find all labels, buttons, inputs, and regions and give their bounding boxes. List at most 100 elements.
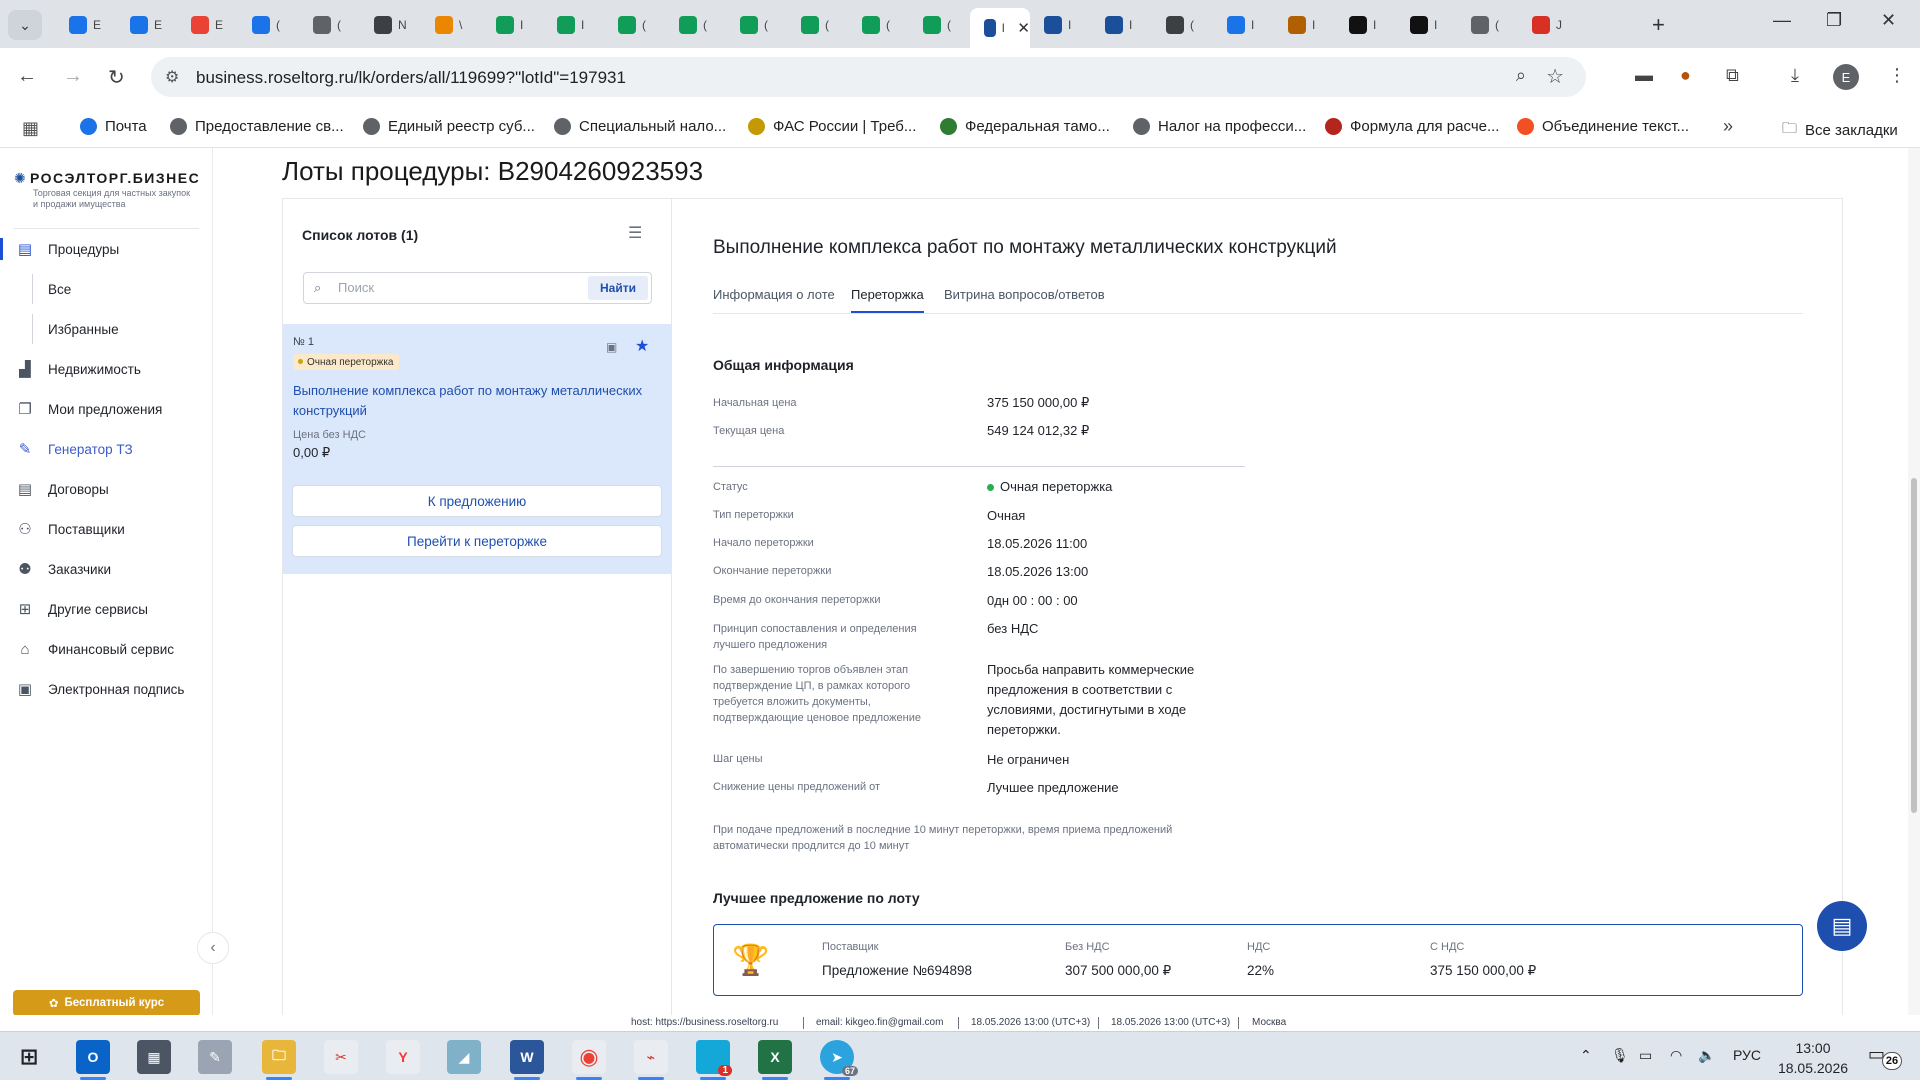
browser-tab[interactable]: ( xyxy=(909,8,970,42)
chrome-icon[interactable]: ◉ xyxy=(572,1040,606,1080)
paint-icon[interactable]: ✎ xyxy=(198,1040,232,1074)
sidebar-item-other-services[interactable]: ⊞ Другие сервисы xyxy=(0,594,212,624)
browser-tab[interactable]: N xyxy=(360,8,421,42)
sidebar-item-my-offers[interactable]: ❐ Мои предложения xyxy=(0,394,212,424)
tab-search-dropdown[interactable]: ⌄ xyxy=(8,10,42,40)
sidebar-item-suppliers[interactable]: ⚇ Поставщики xyxy=(0,514,212,544)
extension-avatar-icon[interactable]: ● xyxy=(1680,65,1691,86)
tab-qa[interactable]: Витрина вопросов/ответов xyxy=(944,287,1105,313)
calculator-icon[interactable]: ▦ xyxy=(137,1040,171,1074)
tab-rebid[interactable]: Переторжка xyxy=(851,287,924,313)
bookmark-item[interactable]: Федеральная тамо... xyxy=(940,118,1110,135)
bookmark-item[interactable]: Формула для расче... xyxy=(1325,118,1499,135)
browser-tab[interactable]: \ xyxy=(421,8,482,42)
notifications-icon[interactable]: ▭ 26 xyxy=(1868,1044,1902,1070)
sidebar-item-e-signature[interactable]: ▣ Электронная подпись xyxy=(0,674,212,704)
sidebar-item-real-estate[interactable]: ▟ Недвижимость xyxy=(0,354,212,384)
go-to-rebid-button[interactable]: Перейти к переторжке xyxy=(292,525,662,557)
bookmark-item[interactable]: Почта xyxy=(80,118,147,135)
browser-tab[interactable]: E xyxy=(177,8,238,42)
browser-tab[interactable]: I xyxy=(1396,8,1457,42)
lot-title-link[interactable]: Выполнение комплекса работ по монтажу ме… xyxy=(293,381,663,421)
favorite-star-icon[interactable]: ★ xyxy=(635,336,649,356)
to-offer-button[interactable]: К предложению xyxy=(292,485,662,517)
bookmark-item[interactable]: Объединение текст... xyxy=(1517,118,1689,135)
browser-tab[interactable]: I xyxy=(1335,8,1396,42)
bookmark-star-icon[interactable]: ☆ xyxy=(1546,64,1564,89)
sidebar-item-all[interactable]: Все xyxy=(32,274,202,304)
browser-tab[interactable]: E xyxy=(55,8,116,42)
all-bookmarks[interactable]: 🗀 Все закладки xyxy=(1782,118,1898,143)
restore-icon[interactable]: ❐ xyxy=(1826,10,1842,31)
sidebar-item-tz-generator[interactable]: ✎ Генератор ТЗ xyxy=(0,434,212,464)
windows-start-icon[interactable]: ⊞ xyxy=(12,1040,46,1074)
yandex-icon[interactable]: Y xyxy=(386,1040,420,1074)
browser-tab[interactable]: E xyxy=(116,8,177,42)
pdf-reader-icon[interactable]: ⌁ xyxy=(634,1040,668,1080)
tray-chevron-icon[interactable]: ⌃ xyxy=(1580,1047,1592,1064)
browser-tab[interactable]: ( xyxy=(1152,8,1213,42)
browser-tab[interactable]: ( xyxy=(848,8,909,42)
browser-tab[interactable]: ( xyxy=(726,8,787,42)
battery-icon[interactable]: ▭ xyxy=(1639,1047,1652,1064)
messenger-icon[interactable]: 1 xyxy=(696,1040,732,1080)
browser-tab[interactable]: I xyxy=(1030,8,1091,42)
sidebar-item-customers[interactable]: ⚉ Заказчики xyxy=(0,554,212,584)
address-bar[interactable]: ⚙ business.roseltorg.ru/lk/orders/all/11… xyxy=(151,57,1586,97)
outlook-icon[interactable]: O xyxy=(76,1040,110,1080)
notes-app-icon[interactable]: ◢ xyxy=(447,1040,481,1074)
file-explorer-icon[interactable]: 🗀 xyxy=(262,1040,296,1080)
bookmark-item[interactable]: ФАС России | Треб... xyxy=(748,118,916,135)
apps-grid-icon[interactable]: ▦ xyxy=(22,118,39,139)
extension-icon[interactable]: ▬ xyxy=(1635,65,1653,86)
browser-tab[interactable]: I xyxy=(1091,8,1152,42)
chat-button[interactable]: ▤ xyxy=(1817,901,1867,951)
filter-icon[interactable]: ☰ xyxy=(628,223,642,243)
microphone-icon[interactable]: 🎙 xyxy=(1611,1047,1629,1064)
language-indicator[interactable]: РУС xyxy=(1733,1047,1761,1063)
collapse-sidebar-button[interactable]: ‹ xyxy=(197,932,229,964)
profile-avatar[interactable]: E xyxy=(1833,64,1859,90)
reload-icon[interactable]: ↻ xyxy=(108,65,125,90)
search-button[interactable]: Найти xyxy=(588,276,648,300)
site-settings-icon[interactable]: ⚙ xyxy=(165,67,179,87)
volume-icon[interactable]: 🔈 xyxy=(1698,1047,1715,1064)
browser-tab[interactable]: ( xyxy=(665,8,726,42)
forward-icon[interactable]: → xyxy=(63,65,83,88)
wifi-icon[interactable]: ◠ xyxy=(1670,1047,1682,1064)
sidebar-item-favorites[interactable]: Избранные xyxy=(32,314,202,344)
browser-tab[interactable]: I xyxy=(543,8,604,42)
browser-tab[interactable]: ( xyxy=(787,8,848,42)
bookmark-item[interactable]: Специальный нало... xyxy=(554,118,726,135)
bookmarks-overflow-icon[interactable]: » xyxy=(1723,116,1733,137)
browser-tab[interactable]: ( xyxy=(1457,8,1518,42)
close-window-icon[interactable]: ✕ xyxy=(1881,10,1896,31)
close-tab-icon[interactable]: ✕ xyxy=(1017,19,1030,37)
address-url[interactable]: business.roseltorg.ru/lk/orders/all/1196… xyxy=(196,68,626,88)
browser-tab-active[interactable]: I ✕ xyxy=(970,8,1030,48)
system-clock[interactable]: 13:00 18.05.2026 xyxy=(1776,1038,1850,1078)
search-input[interactable]: Поиск xyxy=(338,280,374,295)
roseltorg-logo[interactable]: ✺ РОСЭЛТОРГ.БИЗНЕС Торговая секция для ч… xyxy=(14,170,199,209)
bookmark-item[interactable]: Налог на професси... xyxy=(1133,118,1306,135)
browser-tab[interactable]: I xyxy=(1213,8,1274,42)
sidebar-item-financial-service[interactable]: ⌂ Финансовый сервис xyxy=(0,634,212,664)
lot-card[interactable]: № 1 ▣ ★ Очная переторжка Выполнение комп… xyxy=(283,324,673,574)
word-icon[interactable]: W xyxy=(510,1040,544,1080)
download-icon[interactable]: ⤓ xyxy=(1791,65,1799,86)
minimize-icon[interactable]: — xyxy=(1773,10,1791,31)
browser-tab[interactable]: J xyxy=(1518,8,1579,42)
browser-tab[interactable]: I xyxy=(482,8,543,42)
sidebar-item-procedures[interactable]: ▤ Процедуры xyxy=(0,234,212,264)
back-icon[interactable]: ← xyxy=(17,65,37,88)
zoom-icon[interactable]: ⌕ xyxy=(1516,65,1526,86)
tab-lot-info[interactable]: Информация о лоте xyxy=(713,287,835,313)
snapshot-icon[interactable]: ▣ xyxy=(606,340,617,354)
menu-kebab-icon[interactable]: ⋮ xyxy=(1888,65,1906,86)
browser-tab[interactable]: I xyxy=(1274,8,1335,42)
new-tab-button[interactable]: + xyxy=(1652,12,1665,38)
browser-tab[interactable]: ( xyxy=(238,8,299,42)
snipping-tool-icon[interactable]: ✂ xyxy=(324,1040,358,1074)
free-course-button[interactable]: ✿ Бесплатный курс xyxy=(13,990,200,1015)
excel-icon[interactable]: X xyxy=(758,1040,792,1080)
